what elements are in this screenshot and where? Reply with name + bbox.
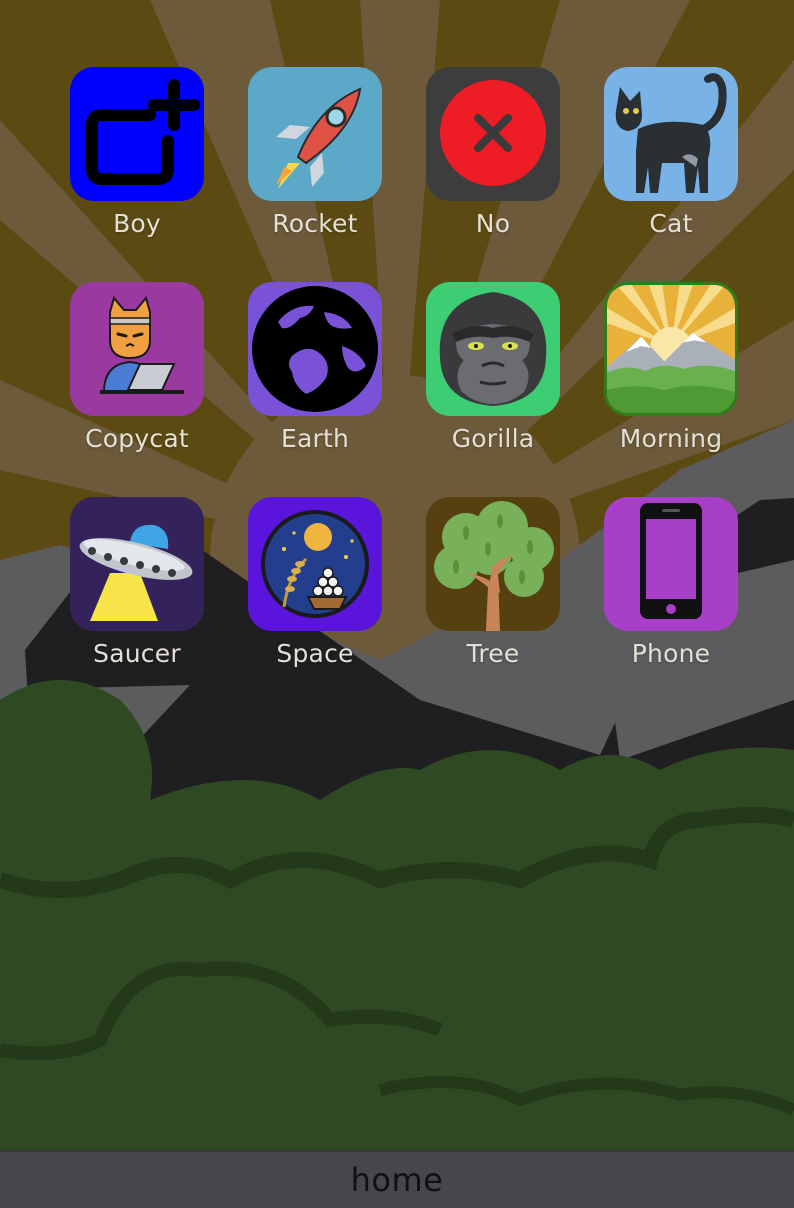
- app-label: Rocket: [272, 209, 358, 238]
- phone-app-icon[interactable]: [604, 497, 738, 631]
- app-cat[interactable]: Cat: [582, 67, 760, 277]
- cat-laptop-icon: [70, 282, 204, 416]
- sunrise-mountain-icon: [607, 285, 735, 413]
- app-rocket[interactable]: Rocket: [226, 67, 404, 277]
- gorilla-icon: [426, 282, 560, 416]
- app-label: Cat: [649, 209, 693, 238]
- app-label: Boy: [113, 209, 161, 238]
- app-morning[interactable]: Morning: [582, 282, 760, 492]
- app-label: Saucer: [93, 639, 181, 668]
- app-label: Gorilla: [451, 424, 535, 453]
- app-earth[interactable]: Earth: [226, 282, 404, 492]
- app-label: No: [475, 209, 511, 238]
- app-label: Earth: [280, 424, 350, 453]
- moon-viewing-icon: [248, 497, 382, 631]
- app-phone[interactable]: Phone: [582, 497, 760, 707]
- rocket-icon: [248, 67, 382, 201]
- home-button[interactable]: home: [351, 1161, 444, 1199]
- rocket-app-icon[interactable]: [248, 67, 382, 201]
- new-window-plus-icon: [70, 67, 204, 201]
- app-boy[interactable]: Boy: [48, 67, 226, 277]
- app-label: Morning: [619, 424, 723, 453]
- mobile-phone-icon: [604, 497, 738, 631]
- black-cat-icon: [604, 67, 738, 201]
- app-no[interactable]: No: [404, 67, 582, 277]
- gorilla-app-icon[interactable]: [426, 282, 560, 416]
- dock-bar: home: [0, 1150, 794, 1208]
- flying-saucer-icon: [70, 497, 204, 631]
- earth-globe-icon: [248, 282, 382, 416]
- boy-app-icon[interactable]: [70, 67, 204, 201]
- no-app-icon[interactable]: [426, 67, 560, 201]
- app-label: Space: [276, 639, 354, 668]
- app-saucer[interactable]: Saucer: [48, 497, 226, 707]
- app-tree[interactable]: Tree: [404, 497, 582, 707]
- saucer-app-icon[interactable]: [70, 497, 204, 631]
- deciduous-tree-icon: [426, 497, 560, 631]
- app-label: Phone: [631, 639, 711, 668]
- cross-mark-icon: [426, 67, 560, 201]
- app-gorilla[interactable]: Gorilla: [404, 282, 582, 492]
- tree-app-icon[interactable]: [426, 497, 560, 631]
- copycat-app-icon[interactable]: [70, 282, 204, 416]
- space-app-icon[interactable]: [248, 497, 382, 631]
- app-copycat[interactable]: Copycat: [48, 282, 226, 492]
- app-label: Tree: [466, 639, 520, 668]
- earth-app-icon[interactable]: [248, 282, 382, 416]
- app-label: Copycat: [85, 424, 189, 453]
- cat-app-icon[interactable]: [604, 67, 738, 201]
- app-space[interactable]: Space: [226, 497, 404, 707]
- morning-app-icon[interactable]: [604, 282, 738, 416]
